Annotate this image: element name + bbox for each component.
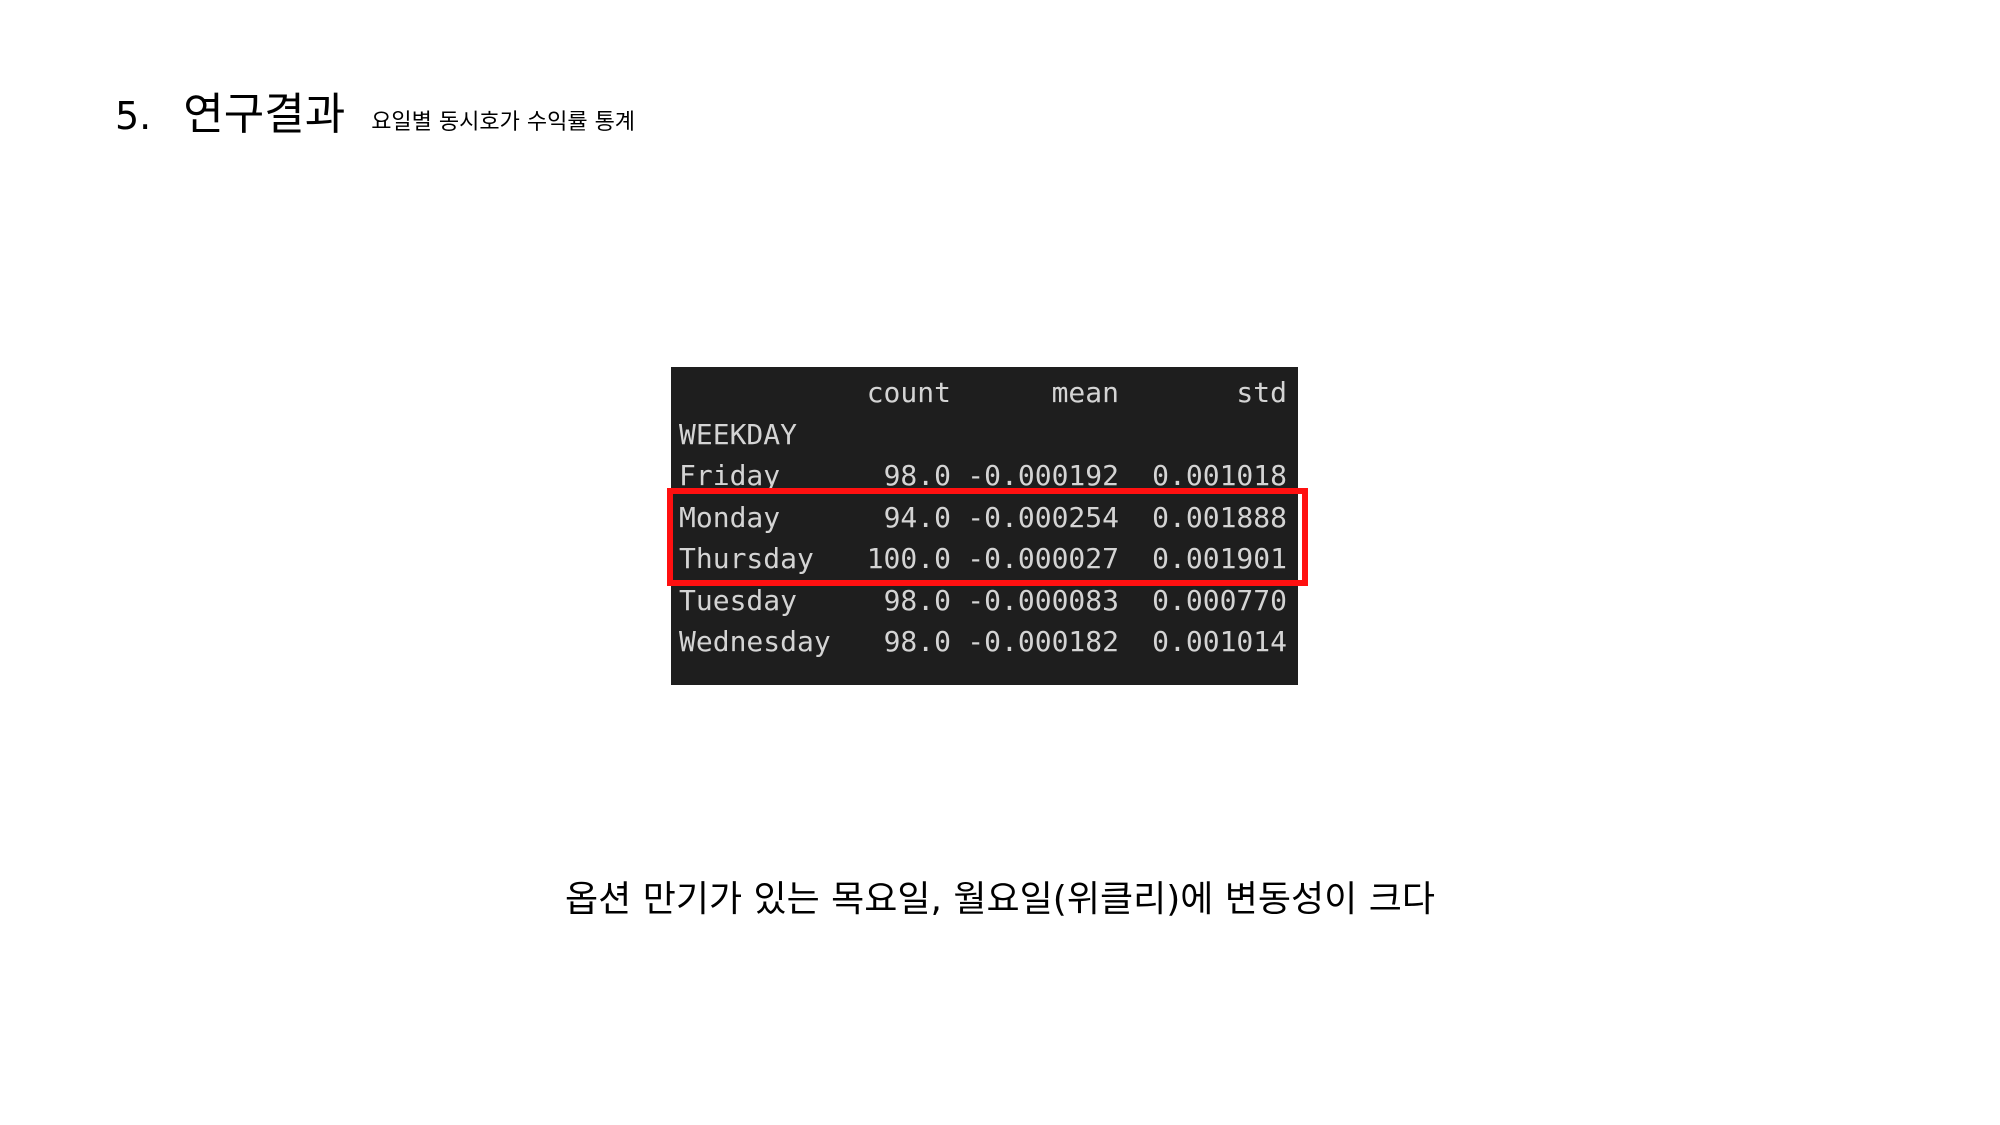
cell-count: 98.0 [883,459,951,492]
cell-std: 0.001888 [1152,500,1287,534]
cell-count: 100.0 [866,542,951,575]
section-subtitle: 요일별 동시호가 수익률 통계 [371,110,636,135]
cell-count: 98.0 [883,583,951,617]
table-row: Friday 98.0 -0.000192 0.001018 [679,455,1287,497]
table-row: Monday 94.0 -0.000254 0.001888 [679,497,1287,539]
cell-std: 0.000770 [1152,583,1287,617]
weekday-stats-table: count mean std WEEKDAY Friday 98.0 -0.00… [679,372,1287,663]
cell-mean: -0.000254 [967,500,1119,534]
section-number: 5. [115,94,152,138]
cell-std: 0.001014 [1152,625,1287,658]
row-label: Thursday [679,542,814,575]
table-row: Thursday 100.0 -0.000027 0.001901 [679,538,1287,580]
conclusion-caption: 옵션 만기가 있는 목요일, 월요일(위클리)에 변동성이 크다 [565,879,1435,920]
cell-mean: -0.000027 [967,542,1119,575]
slide: 5. 연구결과 요일별 동시호가 수익률 통계 count mean std W… [0,0,2000,1125]
cell-count: 98.0 [883,625,951,658]
index-name: WEEKDAY [679,417,798,451]
column-header-count: count [866,376,951,409]
cell-std: 0.001018 [1152,459,1287,492]
cell-std: 0.001901 [1152,542,1287,575]
row-label: Tuesday [679,583,798,617]
slide-heading: 5. 연구결과 요일별 동시호가 수익률 통계 [115,78,635,142]
dataframe-output: count mean std WEEKDAY Friday 98.0 -0.00… [671,367,1298,685]
column-header-mean: mean [1051,376,1119,409]
cell-mean: -0.000182 [967,625,1119,658]
cell-mean: -0.000083 [967,583,1119,617]
index-name-row: WEEKDAY [679,414,1287,456]
cell-count: 94.0 [883,500,951,534]
column-header-std: std [1236,376,1287,409]
table-row: Tuesday 98.0 -0.000083 0.000770 [679,580,1287,622]
table-row: Wednesday 98.0 -0.000182 0.001014 [679,621,1287,663]
table-header-row: count mean std [679,372,1287,414]
cell-mean: -0.000192 [967,459,1119,492]
row-label: Wednesday [679,625,831,658]
row-label: Friday [679,459,781,492]
column-header-index [679,372,849,414]
section-title: 연구결과 [183,89,346,140]
row-label: Monday [679,500,781,534]
